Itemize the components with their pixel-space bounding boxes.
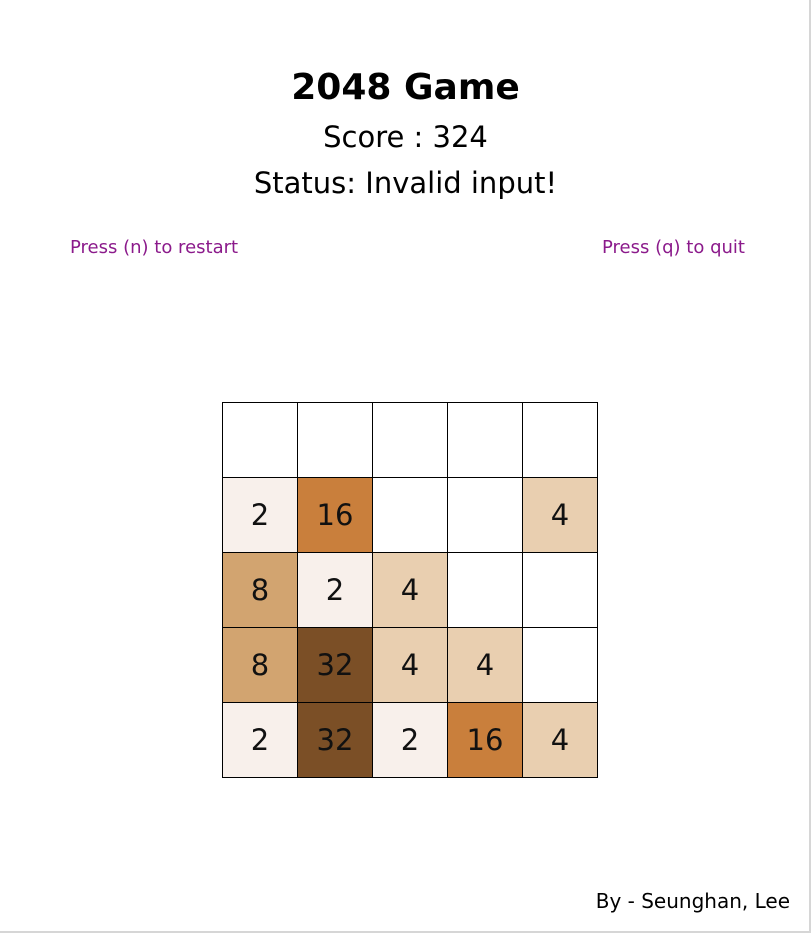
- tile-16: 16: [448, 703, 522, 777]
- tile-8: 8: [223, 553, 297, 627]
- empty-cell: [448, 478, 522, 552]
- empty-cell: [373, 403, 447, 477]
- quit-hint[interactable]: Press (q) to quit: [602, 236, 745, 260]
- tile-2: 2: [298, 553, 372, 627]
- game-title: 2048 Game: [291, 67, 520, 108]
- tile-4: 4: [373, 628, 447, 702]
- author-credit: By - Seunghan, Lee: [595, 889, 790, 913]
- tile-2: 2: [223, 478, 297, 552]
- empty-cell: [223, 403, 297, 477]
- restart-hint[interactable]: Press (n) to restart: [70, 236, 238, 260]
- tile-32: 32: [298, 628, 372, 702]
- tile-4: 4: [373, 553, 447, 627]
- empty-cell: [523, 553, 597, 627]
- tile-4: 4: [523, 478, 597, 552]
- empty-cell: [373, 478, 447, 552]
- empty-cell: [523, 628, 597, 702]
- tile-2: 2: [223, 703, 297, 777]
- game-board[interactable]: 2 16 4 8 2 4 8 32 4 4 2 32 2 16 4: [222, 402, 598, 778]
- tile-4: 4: [448, 628, 522, 702]
- empty-cell: [448, 553, 522, 627]
- tile-2: 2: [373, 703, 447, 777]
- status-message: Status: Invalid input!: [253, 166, 558, 200]
- empty-cell: [298, 403, 372, 477]
- empty-cell: [523, 403, 597, 477]
- tile-8: 8: [223, 628, 297, 702]
- tile-32: 32: [298, 703, 372, 777]
- score-display: Score : 324: [323, 120, 488, 154]
- empty-cell: [448, 403, 522, 477]
- tile-4: 4: [523, 703, 597, 777]
- tile-16: 16: [298, 478, 372, 552]
